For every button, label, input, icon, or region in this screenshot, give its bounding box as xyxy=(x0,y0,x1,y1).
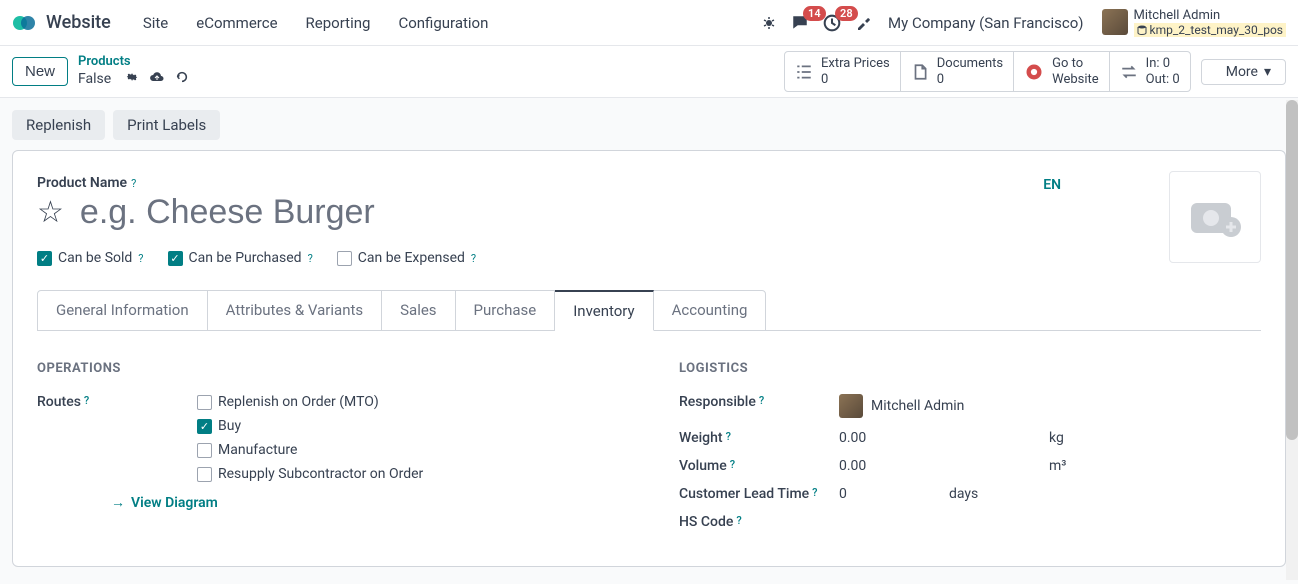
breadcrumb-parent[interactable]: Products xyxy=(78,54,189,70)
nav-configuration[interactable]: Configuration xyxy=(384,14,502,32)
undo-icon[interactable] xyxy=(175,70,189,89)
nav-site[interactable]: Site xyxy=(129,14,182,32)
can-be-sold-checkbox[interactable]: ✓Can be Sold? xyxy=(37,250,144,266)
content-area: Replenish Print Labels Product Name ? ☆ … xyxy=(0,98,1298,584)
top-navbar: Website Site eCommerce Reporting Configu… xyxy=(0,0,1298,46)
database-name: kmp_2_test_may_30_pos xyxy=(1134,23,1286,37)
stat-extra-prices[interactable]: Extra Prices0 xyxy=(785,52,901,91)
route-buy-checkbox[interactable]: ✓Buy xyxy=(197,418,619,434)
can-be-expensed-checkbox[interactable]: Can be Expensed? xyxy=(337,250,476,266)
tab-general[interactable]: General Information xyxy=(38,291,208,330)
tab-accounting[interactable]: Accounting xyxy=(654,291,766,330)
can-be-purchased-checkbox[interactable]: ✓Can be Purchased? xyxy=(168,250,313,266)
lead-time-input[interactable]: 0 xyxy=(839,486,949,502)
view-diagram-link[interactable]: → View Diagram xyxy=(111,494,619,511)
favorite-star-icon[interactable]: ☆ xyxy=(37,195,64,230)
nav-reporting[interactable]: Reporting xyxy=(292,14,385,32)
operations-title: OPERATIONS xyxy=(37,361,619,376)
lead-time-unit: days xyxy=(949,486,978,502)
stat-goto-website[interactable]: Go toWebsite xyxy=(1014,52,1110,91)
stat-documents[interactable]: Documents0 xyxy=(901,52,1014,91)
settings-icon[interactable] xyxy=(125,70,139,89)
operations-section: OPERATIONS Routes? Replenish on Order (M… xyxy=(37,361,619,542)
form-tabs: General Information Attributes & Variant… xyxy=(37,290,766,331)
user-avatar-icon xyxy=(1102,9,1128,35)
app-logo-icon[interactable] xyxy=(12,11,36,35)
responsible-field[interactable]: Mitchell Admin xyxy=(839,394,1261,418)
route-resupply-checkbox[interactable]: Resupply Subcontractor on Order xyxy=(197,466,619,482)
nav-ecommerce[interactable]: eCommerce xyxy=(182,14,291,32)
app-brand[interactable]: Website xyxy=(46,12,111,33)
messages-icon[interactable]: 14 xyxy=(791,14,809,32)
volume-input[interactable]: 0.00 xyxy=(839,458,1049,474)
tab-purchase[interactable]: Purchase xyxy=(456,291,556,330)
form-sheet: Product Name ? ☆ EN ✓Can be Sold? ✓Can b… xyxy=(12,150,1286,567)
tab-inventory[interactable]: Inventory xyxy=(555,290,653,331)
company-selector[interactable]: My Company (San Francisco) xyxy=(888,14,1083,32)
control-bar: New Products False Extra Prices0 Documen… xyxy=(0,46,1298,98)
volume-unit: m³ xyxy=(1049,458,1066,474)
route-manufacture-checkbox[interactable]: Manufacture xyxy=(197,442,619,458)
logistics-title: LOGISTICS xyxy=(679,361,1261,376)
weight-unit: kg xyxy=(1049,430,1064,446)
responsible-avatar-icon xyxy=(839,394,863,418)
route-mto-checkbox[interactable]: Replenish on Order (MTO) xyxy=(197,394,619,410)
tools-icon[interactable] xyxy=(855,15,871,31)
tab-attributes[interactable]: Attributes & Variants xyxy=(208,291,382,330)
product-image-upload[interactable] xyxy=(1169,171,1261,263)
product-name-label: Product Name xyxy=(37,175,127,191)
breadcrumb-current: False xyxy=(78,71,111,88)
activities-icon[interactable]: 28 xyxy=(823,14,841,32)
tab-sales[interactable]: Sales xyxy=(382,291,455,330)
weight-input[interactable]: 0.00 xyxy=(839,430,1049,446)
product-name-input[interactable] xyxy=(80,193,1027,232)
breadcrumb: Products False xyxy=(78,54,189,88)
arrow-right-icon: → xyxy=(111,494,125,511)
new-button[interactable]: New xyxy=(12,57,68,86)
vertical-scrollbar[interactable] xyxy=(1286,100,1298,580)
debug-icon[interactable] xyxy=(761,15,777,31)
user-menu[interactable]: Mitchell Admin kmp_2_test_may_30_pos xyxy=(1102,8,1286,38)
cloud-upload-icon[interactable] xyxy=(149,70,165,89)
help-icon[interactable]: ? xyxy=(131,177,136,190)
print-labels-button[interactable]: Print Labels xyxy=(113,110,220,140)
stat-in-out[interactable]: In: 0Out: 0 xyxy=(1110,52,1190,91)
user-name: Mitchell Admin xyxy=(1134,8,1286,24)
caret-down-icon: ▾ xyxy=(1264,64,1271,80)
replenish-button[interactable]: Replenish xyxy=(12,110,105,140)
logistics-section: LOGISTICS Responsible? Mitchell Admin We… xyxy=(679,361,1261,542)
stat-buttons: Extra Prices0 Documents0 Go toWebsite In… xyxy=(784,51,1191,92)
more-button[interactable]: More ▾ xyxy=(1212,60,1285,84)
language-badge[interactable]: EN xyxy=(1043,177,1061,193)
